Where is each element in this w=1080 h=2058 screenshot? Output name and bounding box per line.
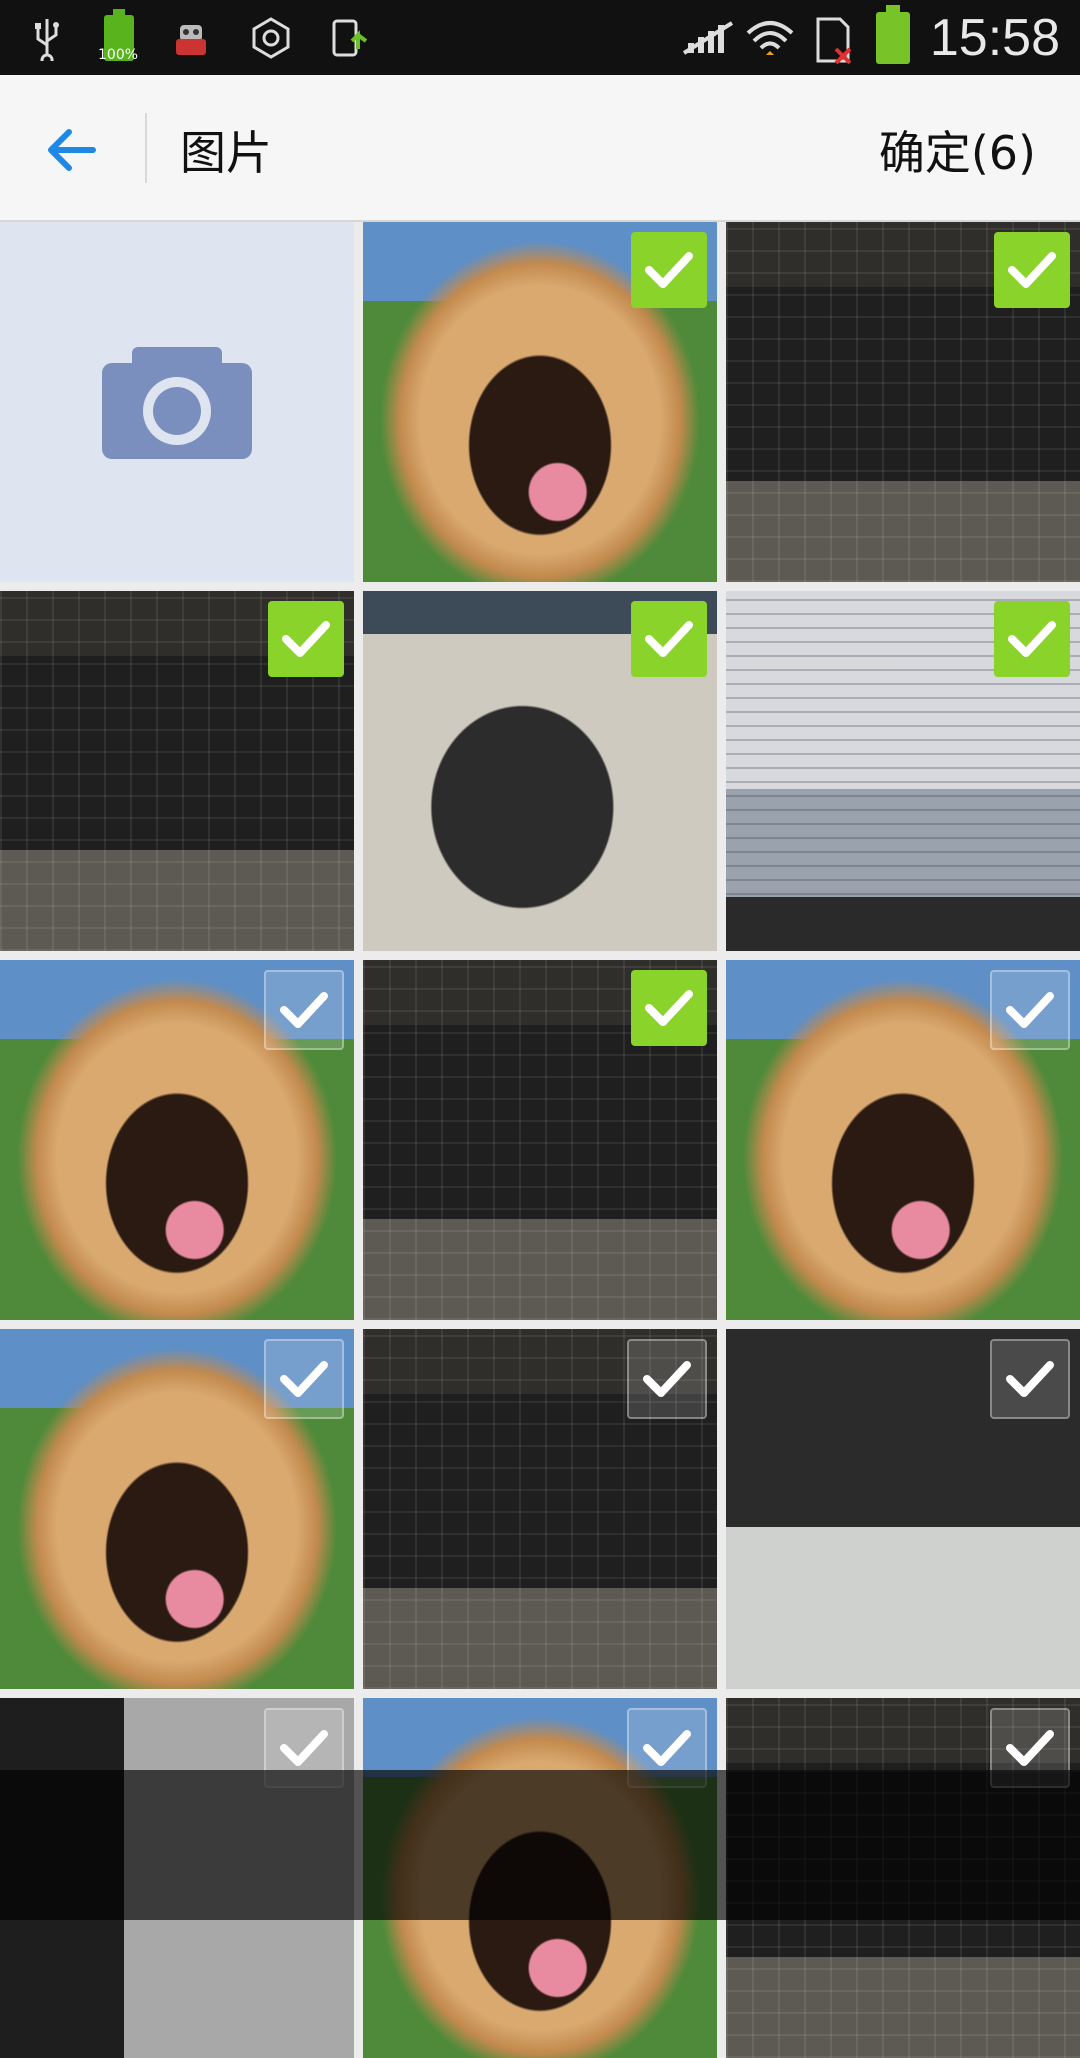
confirm-button[interactable]: 确定(6) <box>879 117 1036 183</box>
hexagon-icon <box>248 15 294 61</box>
photo-thumbnail[interactable] <box>363 960 717 1320</box>
status-right-icons: 15:58 <box>678 0 1060 75</box>
checkmark-icon <box>280 1361 328 1397</box>
camera-tile[interactable] <box>0 222 354 582</box>
select-checkbox[interactable] <box>990 970 1070 1050</box>
photo-thumbnail[interactable] <box>726 960 1080 1320</box>
checkmark-icon <box>643 1361 691 1397</box>
photo-thumbnail[interactable] <box>363 1329 717 1689</box>
select-checkbox[interactable] <box>264 970 344 1050</box>
checkmark-icon <box>280 992 328 1028</box>
camera-icon <box>102 347 252 459</box>
photo-thumbnail[interactable] <box>726 591 1080 951</box>
photo-thumbnail[interactable] <box>363 222 717 582</box>
photo-thumbnail[interactable] <box>0 591 354 951</box>
checkmark-icon <box>643 1730 691 1766</box>
action-bar: 图片 确定(6) <box>0 75 1080 222</box>
back-button[interactable] <box>36 115 106 185</box>
photo-thumbnail[interactable] <box>0 960 354 1320</box>
no-signal-icon <box>678 15 733 61</box>
status-time: 15:58 <box>929 8 1060 67</box>
select-checkbox[interactable] <box>990 1339 1070 1419</box>
select-checkbox[interactable] <box>268 601 344 677</box>
sim-error-icon <box>810 15 856 64</box>
select-checkbox[interactable] <box>627 1339 707 1419</box>
checkmark-icon <box>1006 992 1054 1028</box>
select-checkbox[interactable] <box>631 601 707 677</box>
checkmark-icon <box>1008 252 1056 288</box>
select-checkbox[interactable] <box>631 232 707 308</box>
bottom-overlay <box>0 1770 1080 1920</box>
status-left-icons: 100% <box>24 0 374 75</box>
checkmark-icon <box>645 621 693 657</box>
battery-percent-label: 100% <box>98 46 139 63</box>
select-checkbox[interactable] <box>994 601 1070 677</box>
photo-thumbnail[interactable] <box>726 222 1080 582</box>
photo-thumbnail[interactable] <box>726 1329 1080 1689</box>
select-checkbox[interactable] <box>631 970 707 1046</box>
page-title: 图片 <box>180 126 272 180</box>
arrow-left-icon <box>48 129 96 171</box>
action-bar-divider <box>145 113 147 183</box>
battery-icon <box>875 4 910 64</box>
status-bar: 100% 15:58 <box>0 0 1080 75</box>
checkmark-icon <box>645 990 693 1026</box>
checkmark-icon <box>282 621 330 657</box>
wifi-icon <box>744 15 794 61</box>
select-checkbox[interactable] <box>994 232 1070 308</box>
photo-thumbnail[interactable] <box>363 591 717 951</box>
checkmark-icon <box>280 1730 328 1766</box>
checkmark-icon <box>1008 621 1056 657</box>
screen-upload-icon <box>328 15 374 61</box>
photo-thumbnail[interactable] <box>0 1329 354 1689</box>
battery-charging-icon: 100% <box>98 8 138 63</box>
checkmark-icon <box>1006 1361 1054 1397</box>
usb-icon <box>24 15 70 66</box>
checkmark-icon <box>645 252 693 288</box>
robot-app-icon <box>168 15 214 61</box>
select-checkbox[interactable] <box>264 1339 344 1419</box>
checkmark-icon <box>1006 1730 1054 1766</box>
